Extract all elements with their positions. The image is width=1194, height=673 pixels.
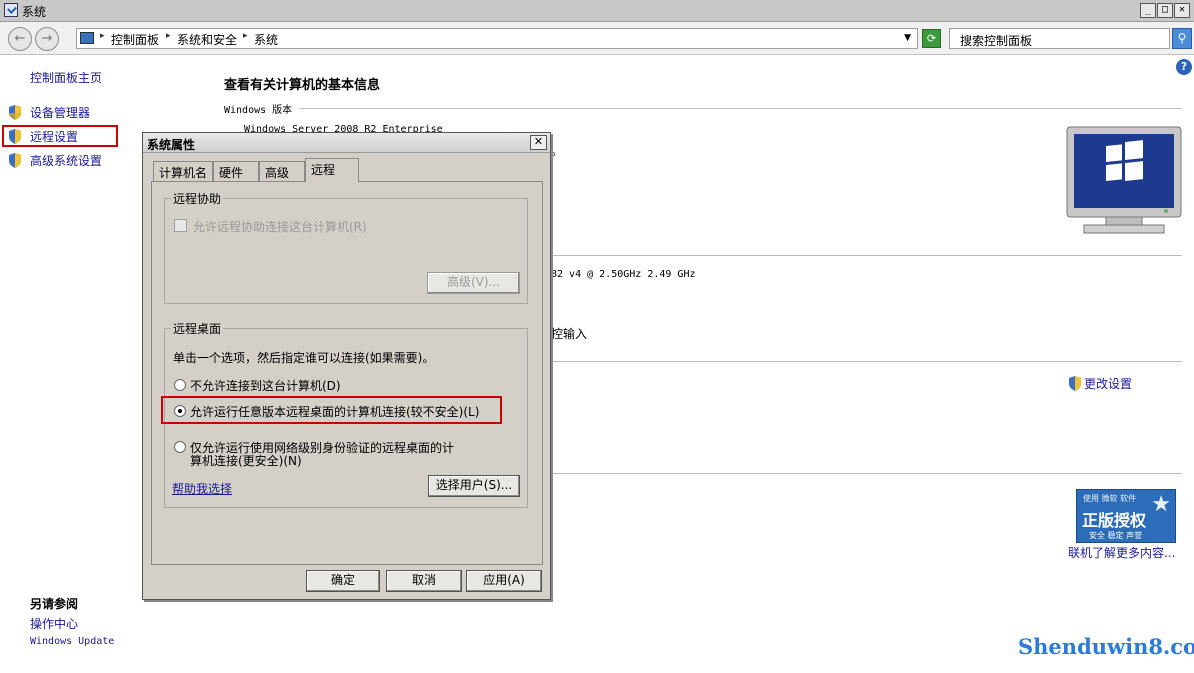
window-titlebar: 系统 _ □ ✕ [0,0,1194,22]
watermark: Shenduwin8.com [1018,634,1194,659]
dialog-title: 系统属性 [147,138,196,152]
remote-assistance-legend: 远程协助 [171,190,224,207]
option-nla-radio[interactable] [174,441,186,453]
change-settings-label[interactable]: 更改设置 [1084,375,1132,392]
address-toolbar: ← → ▸ 控制面板 ▸ 系统和安全 ▸ 系统 ▼ ⟳ 搜索控制面板 ⚲ [0,22,1194,55]
option-no-connection-label[interactable]: 不允许连接到这台计算机(D) [190,377,341,394]
search-icon[interactable]: ⚲ [1172,28,1192,49]
refresh-button[interactable]: ⟳ [922,29,941,48]
see-also-heading: 另请参阅 [30,597,79,611]
window-title: 系统 [22,5,47,19]
breadcrumb-arrow-icon[interactable]: ▸ [166,31,171,41]
tab-remote[interactable]: 远程 [305,158,359,182]
tab-computer-name[interactable]: 计算机名 [153,161,213,181]
select-users-button[interactable]: 选择用户(S)... [428,475,520,497]
badge-main-text: 正版授权 [1082,511,1147,530]
badge-sub-text: 安全 稳定 声誉 [1089,531,1143,540]
windows-update-link[interactable]: Windows Update [30,636,114,647]
back-button[interactable]: ← [8,27,32,51]
breadcrumb-arrow-icon[interactable]: ▸ [100,31,105,41]
search-input[interactable]: 搜索控制面板 [949,28,1170,49]
divider [551,473,1182,474]
option-no-connection-radio[interactable] [174,379,186,391]
dialog-titlebar[interactable]: 系统属性 ✕ [143,133,550,153]
partial-text: 。 [551,144,564,158]
dialog-close-button[interactable]: ✕ [530,135,547,150]
close-button[interactable]: ✕ [1174,3,1190,18]
allow-remote-assistance-checkbox[interactable] [174,219,187,232]
maximize-button[interactable]: □ [1157,3,1173,18]
remote-desktop-legend: 远程桌面 [171,320,224,337]
help-me-choose-link[interactable]: 帮助我选择 [172,480,232,497]
divider [551,255,1182,256]
shield-icon [1069,376,1081,391]
control-panel-home-link[interactable]: 控制面板主页 [30,69,102,86]
sidebar-item-label[interactable]: 设备管理器 [30,104,90,121]
allow-remote-assistance-label: 允许远程协助连接这台计算机(R) [193,220,367,234]
sidebar-item-label[interactable]: 高级系统设置 [30,152,102,169]
system-properties-dialog: 系统属性 ✕ 计算机名 硬件 高级 远程 远程协助 允许远程协助连接这台计算机(… [142,132,551,600]
tab-hardware[interactable]: 硬件 [213,161,259,181]
highlight-box [161,396,502,424]
badge-top-text: 使用 微软 软件 [1083,494,1137,503]
breadcrumb-control-panel[interactable]: 控制面板 [111,31,159,48]
forward-button[interactable]: → [35,27,59,51]
remote-tab-panel: 远程协助 允许远程协助连接这台计算机(R) 高级(V)... 远程桌面 单击一个… [151,181,543,565]
page-title: 查看有关计算机的基本信息 [224,78,381,93]
cancel-button[interactable]: 取消 [386,570,462,592]
processor-value: 82 v4 @ 2.50GHz 2.49 GHz [551,269,696,280]
divider [551,361,1182,362]
edition-heading: Windows 版本 [224,105,293,116]
breadcrumb-system-security[interactable]: 系统和安全 [177,31,237,48]
ok-button[interactable]: 确定 [306,570,380,592]
highlight-box [2,125,118,147]
windows-monitor-logo [1066,126,1182,234]
search-placeholder: 搜索控制面板 [960,34,1033,48]
breadcrumb[interactable]: ▸ 控制面板 ▸ 系统和安全 ▸ 系统 ▼ [76,28,918,49]
shield-icon [9,153,21,168]
shield-icon [9,105,21,120]
advanced-button[interactable]: 高级(V)... [427,272,520,294]
minimize-button[interactable]: _ [1140,3,1156,18]
genuine-badge[interactable]: 使用 微软 软件 正版授权 安全 稳定 声誉 ★ [1076,489,1176,543]
divider [300,108,1182,109]
tab-advanced[interactable]: 高级 [259,161,305,181]
remote-desktop-instruction: 单击一个选项，然后指定谁可以连接(如果需要)。 [173,351,435,365]
learn-more-link[interactable]: 联机了解更多内容... [1068,544,1175,561]
control-panel-icon [80,32,94,44]
help-icon[interactable]: ? [1176,59,1192,75]
breadcrumb-system[interactable]: 系统 [254,31,278,48]
remote-assistance-group: 远程协助 允许远程协助连接这台计算机(R) 高级(V)... [164,190,528,304]
chevron-down-icon[interactable]: ▼ [904,33,911,43]
pen-touch-value: 控输入 [551,327,588,341]
star-icon: ★ [1151,492,1171,517]
breadcrumb-arrow-icon[interactable]: ▸ [243,31,248,41]
apply-button[interactable]: 应用(A) [466,570,542,592]
action-center-link[interactable]: 操作中心 [30,615,78,632]
system-app-icon [4,3,18,17]
option-nla-label-line2[interactable]: 算机连接(更安全)(N) [190,452,302,469]
